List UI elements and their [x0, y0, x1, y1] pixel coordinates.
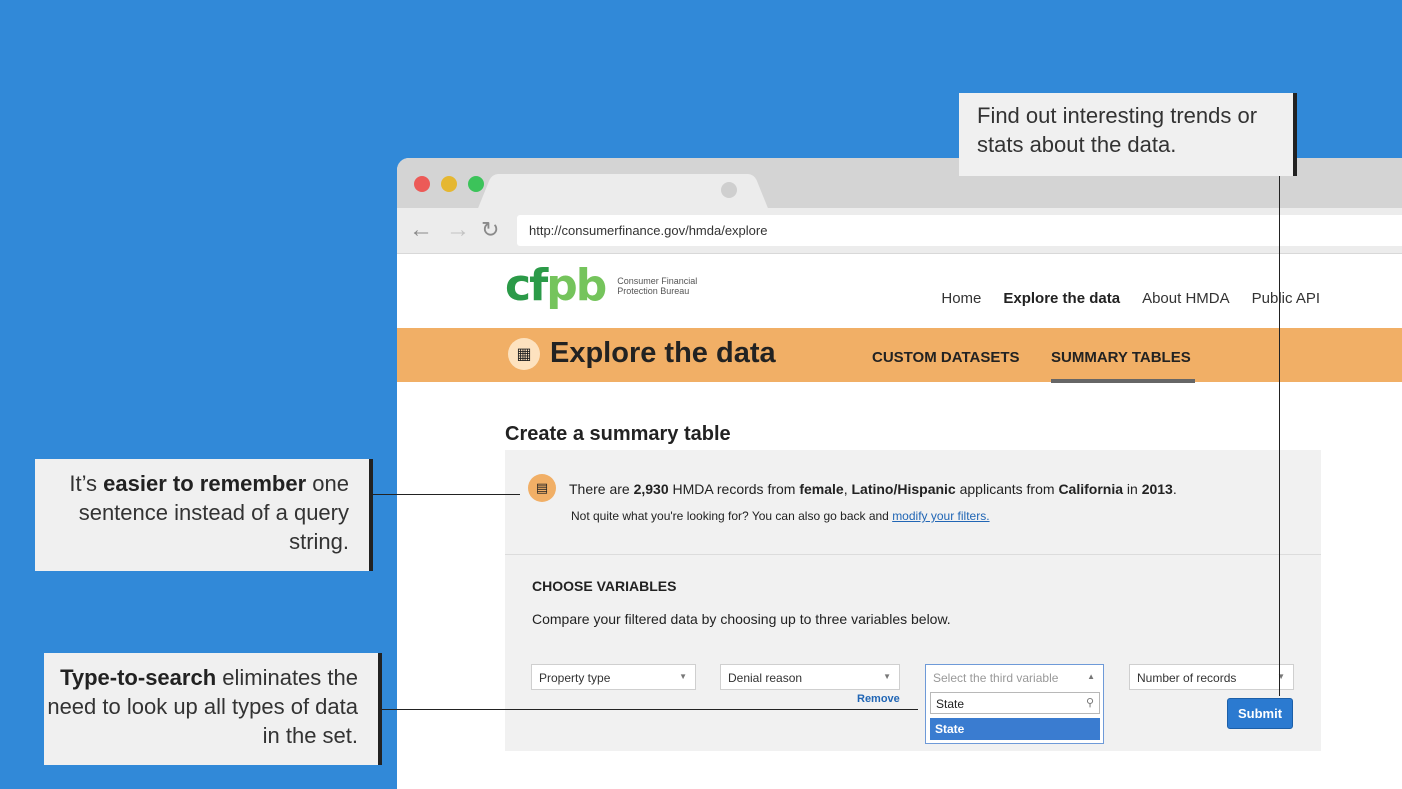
search-icon: ⚲: [1085, 697, 1094, 709]
metric-select[interactable]: Number of records ▼: [1129, 664, 1294, 690]
choose-variables-heading: CHOOSE VARIABLES: [532, 578, 677, 594]
summary-sentence: There are 2,930 HMDA records from female…: [569, 481, 1177, 497]
tab-close-icon[interactable]: [721, 182, 737, 198]
maximize-window-button[interactable]: [468, 176, 484, 192]
nav-about-hmda[interactable]: About HMDA: [1142, 290, 1230, 307]
variable-dropdown: State ⚲ State: [925, 689, 1104, 744]
variable-select-3[interactable]: Select the third variable ▲: [925, 664, 1104, 690]
reload-icon[interactable]: ↻: [481, 218, 499, 242]
variable-select-2[interactable]: Denial reason ▼: [720, 664, 900, 690]
nav-home[interactable]: Home: [941, 290, 981, 307]
back-arrow-icon[interactable]: ←: [409, 218, 433, 242]
connector-line-top: [1279, 176, 1280, 696]
connector-line-mid: [373, 494, 520, 495]
dropdown-option-state[interactable]: State: [930, 718, 1100, 740]
tab-custom-datasets[interactable]: CUSTOM DATASETS: [872, 349, 1020, 366]
nav-explore-the-data[interactable]: Explore the data: [1003, 290, 1120, 307]
page-title: Explore the data: [550, 337, 776, 369]
browser-tab[interactable]: [497, 174, 749, 208]
modify-filters-link[interactable]: modify your filters.: [892, 509, 989, 523]
browser-toolbar: ← → ↻ http://consumerfinance.gov/hmda/ex…: [397, 208, 1402, 254]
submit-button[interactable]: Submit: [1227, 698, 1293, 729]
table-icon: ▤: [528, 474, 556, 502]
variable-select-1[interactable]: Property type ▼: [531, 664, 696, 690]
page-banner: ▦ Explore the data CUSTOM DATASETS SUMMA…: [397, 328, 1402, 382]
nav-public-api[interactable]: Public API: [1252, 290, 1320, 307]
forward-arrow-icon[interactable]: →: [446, 218, 470, 242]
summary-panel: ▤ There are 2,930 HMDA records from fema…: [505, 450, 1321, 751]
callout-sentence: It’s easier to remember one sentence ins…: [35, 459, 373, 571]
section-title: Create a summary table: [505, 423, 731, 445]
table-download-icon: ▦: [508, 338, 540, 370]
site-header: cfpb Consumer Financial Protection Burea…: [397, 254, 1402, 328]
chevron-down-icon: ▼: [883, 672, 891, 681]
dropdown-search-input[interactable]: State ⚲: [930, 692, 1100, 714]
chevron-up-icon: ▲: [1087, 672, 1095, 681]
tab-summary-tables[interactable]: SUMMARY TABLES: [1051, 349, 1191, 366]
divider: [505, 554, 1321, 555]
browser-window: ← → ↻ http://consumerfinance.gov/hmda/ex…: [397, 158, 1402, 789]
callout-trends: Find out interesting trends or stats abo…: [959, 93, 1297, 176]
chevron-down-icon: ▼: [679, 672, 687, 681]
minimize-window-button[interactable]: [441, 176, 457, 192]
connector-line-bot: [382, 709, 918, 710]
address-bar[interactable]: http://consumerfinance.gov/hmda/explore: [517, 215, 1402, 246]
callout-type-to-search: Type-to-search eliminates the need to lo…: [44, 653, 382, 765]
remove-variable-link[interactable]: Remove: [857, 693, 900, 705]
logo-mark: cfpb: [505, 260, 607, 311]
choose-variables-description: Compare your filtered data by choosing u…: [532, 611, 951, 627]
cfpb-logo[interactable]: cfpb Consumer Financial Protection Burea…: [505, 264, 707, 308]
summary-subtext: Not quite what you're looking for? You c…: [571, 509, 990, 523]
site-nav: Home Explore the data About HMDA Public …: [919, 290, 1320, 307]
active-tab-indicator: [1051, 379, 1195, 383]
logo-text: Consumer Financial Protection Bureau: [617, 276, 698, 296]
close-window-button[interactable]: [414, 176, 430, 192]
